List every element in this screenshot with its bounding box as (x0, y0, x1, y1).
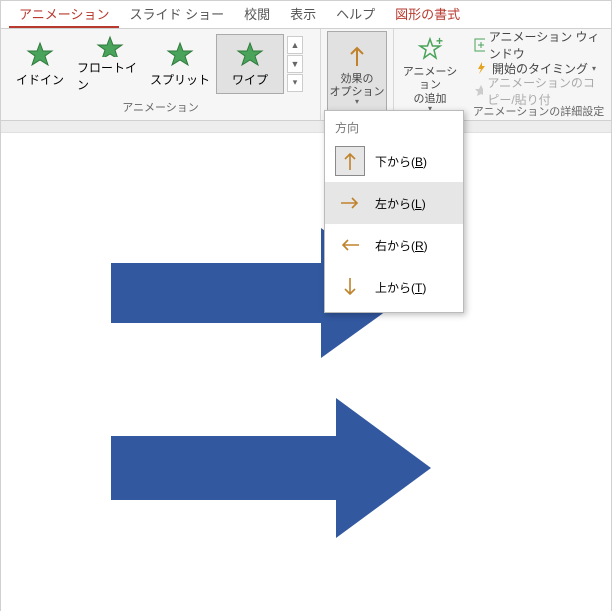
star-plus-icon: + (416, 35, 444, 63)
menu-item-from-bottom[interactable]: 下から(B) (325, 140, 463, 182)
pane-icon (474, 38, 485, 52)
star-icon (474, 84, 483, 98)
menu-item-from-left[interactable]: 左から(L) (325, 182, 463, 224)
menu-item-label: 下から(B) (375, 153, 427, 170)
arrow-up-icon (335, 146, 365, 176)
gallery-scroll: ▲ ▼ ▾ (287, 36, 303, 93)
arrow-up-icon (343, 42, 371, 70)
gallery-more-button[interactable]: ▾ (287, 74, 303, 92)
menu-item-label: 左から(L) (375, 195, 426, 212)
anim-slidein[interactable]: イドイン (6, 34, 74, 94)
anim-label: イドイン (16, 71, 64, 88)
tab-animation[interactable]: アニメーション (9, 0, 119, 28)
anim-label: ワイプ (232, 71, 268, 88)
gallery-up-button[interactable]: ▲ (287, 36, 303, 54)
tab-review[interactable]: 校閲 (234, 0, 280, 28)
group-label-advanced: アニメーションの詳細設定 (470, 101, 607, 121)
group-effect-options: 効果の オプション ▾ (321, 29, 394, 120)
star-icon (96, 35, 124, 57)
ribbon: イドイン フロートイン スプリット ワイプ ▲ ▼ ▾ アニメーション (1, 29, 611, 121)
add-animation-button[interactable]: + アニメーション の追加 ▾ (400, 31, 460, 117)
tab-view[interactable]: 表示 (280, 0, 326, 28)
anim-floatin[interactable]: フロートイン (76, 34, 144, 94)
animation-painter-button: アニメーションのコピー/貼り付 (474, 81, 601, 101)
menu-item-from-right[interactable]: 右から(R) (325, 224, 463, 266)
svg-text:+: + (436, 35, 443, 48)
tab-shape-format[interactable]: 図形の書式 (385, 0, 470, 28)
group-advanced: アニメーション ウィンドウ 開始のタイミング ▾ アニメーションのコピー/貼り付… (466, 29, 611, 120)
menu-header-direction: 方向 (325, 115, 463, 140)
animation-pane-label: アニメーション ウィンドウ (489, 28, 601, 62)
effect-options-menu: 方向 下から(B) 左から(L) 右から(R) 上から(T) (324, 110, 464, 313)
animation-pane-button[interactable]: アニメーション ウィンドウ (474, 35, 601, 55)
menu-item-label: 上から(T) (375, 279, 426, 296)
chevron-down-icon: ▾ (592, 64, 596, 73)
tab-help[interactable]: ヘルプ (326, 0, 385, 28)
chevron-down-icon: ▾ (355, 97, 359, 106)
add-animation-label: アニメーション の追加 (401, 66, 459, 106)
anim-label: フロートイン (77, 59, 143, 93)
ribbon-tabs: アニメーション スライド ショー 校閲 表示 ヘルプ 図形の書式 (1, 1, 611, 29)
anim-label: スプリット (150, 71, 210, 88)
anim-wipe[interactable]: ワイプ (216, 34, 284, 94)
shape-arrow-large[interactable] (111, 398, 431, 538)
arrow-left-icon (335, 230, 365, 260)
slide-strip (1, 121, 611, 133)
gallery-down-button[interactable]: ▼ (287, 55, 303, 73)
anim-split[interactable]: スプリット (146, 34, 214, 94)
arrow-right-icon (335, 188, 365, 218)
star-icon (236, 41, 264, 69)
menu-item-from-top[interactable]: 上から(T) (325, 266, 463, 308)
slide-canvas[interactable] (1, 133, 611, 612)
star-icon (166, 41, 194, 69)
effect-options-label: 効果の オプション (330, 73, 385, 99)
group-animation: イドイン フロートイン スプリット ワイプ ▲ ▼ ▾ アニメーション (1, 29, 321, 120)
menu-item-label: 右から(R) (375, 237, 428, 254)
tab-slideshow[interactable]: スライド ショー (119, 0, 234, 28)
lightning-icon (474, 61, 488, 75)
group-add-animation: + アニメーション の追加 ▾ (394, 29, 466, 120)
group-label-animation: アニメーション (5, 97, 316, 117)
effect-options-button[interactable]: 効果の オプション ▾ (327, 31, 387, 117)
star-icon (26, 41, 54, 69)
arrow-down-icon (335, 272, 365, 302)
